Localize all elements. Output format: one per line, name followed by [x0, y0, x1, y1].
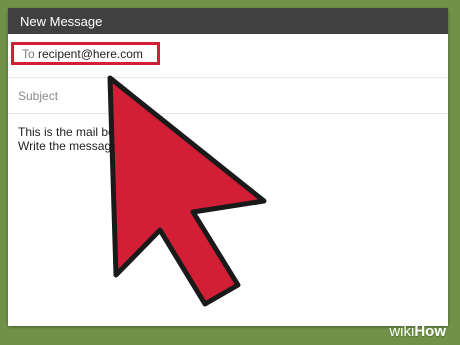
watermark: wikiHow: [389, 323, 446, 341]
mouse-pointer-icon: [107, 75, 267, 307]
watermark-wiki: wiki: [389, 323, 415, 340]
watermark-how: How: [414, 323, 446, 340]
